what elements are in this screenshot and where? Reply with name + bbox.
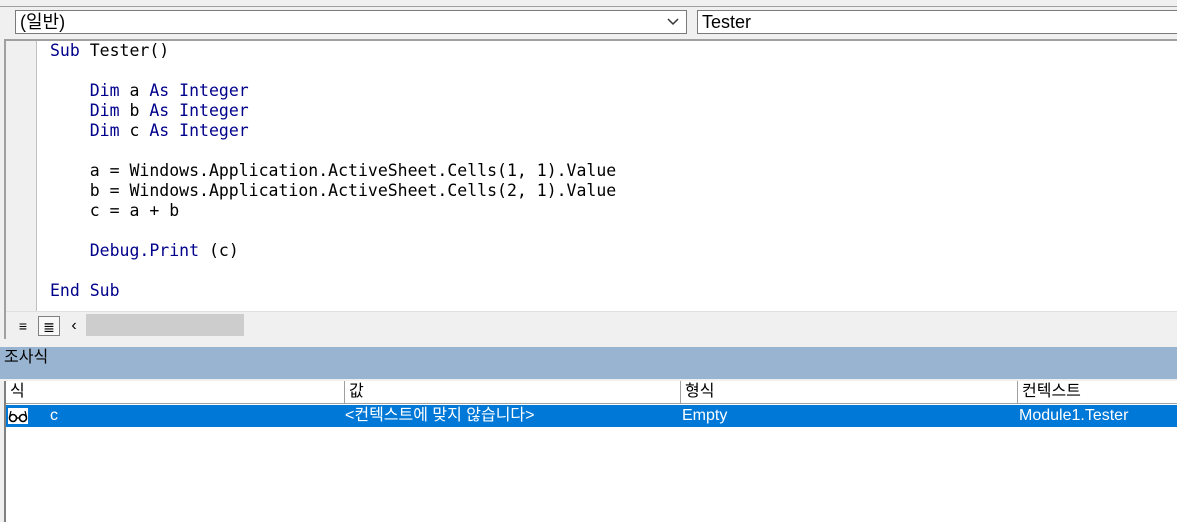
object-dropdown-value: (일반): [20, 12, 66, 32]
code-token: a = Windows.Application.ActiveSheet.Cell…: [50, 161, 617, 180]
margin-indicator-bar[interactable]: [6, 41, 37, 311]
code-line[interactable]: Sub Tester(): [50, 41, 616, 61]
code-keyword: Dim: [89, 81, 120, 100]
code-keyword: Dim: [89, 121, 120, 140]
watch-context: Module1.Tester: [1019, 407, 1129, 424]
code-window-header: (일반) Tester: [0, 0, 1177, 40]
code-line[interactable]: [50, 61, 616, 81]
glasses-icon: [8, 408, 28, 424]
code-line[interactable]: c = a + b: [50, 201, 616, 221]
procedure-dropdown[interactable]: Tester: [697, 10, 1177, 34]
code-keyword: End Sub: [50, 281, 120, 300]
column-header-type[interactable]: 형식: [681, 381, 1018, 403]
chevron-down-icon[interactable]: [666, 12, 680, 32]
code-line[interactable]: Dim c As Integer: [50, 121, 616, 141]
editor-bottom-bar: ≡ ≣ ‹: [6, 311, 1177, 340]
code-keyword: As Integer: [149, 101, 249, 120]
code-line[interactable]: [50, 261, 616, 281]
code-line[interactable]: a = Windows.Application.ActiveSheet.Cell…: [50, 161, 617, 181]
scroll-left-icon[interactable]: ‹: [66, 316, 82, 336]
code-keyword: As Integer: [149, 121, 249, 140]
horizontal-scrollbar-thumb[interactable]: [86, 314, 244, 336]
watch-header-row: 식 값 형식 컨텍스트: [6, 381, 1177, 404]
watch-expression: c: [50, 407, 58, 424]
code-keyword: Sub: [50, 41, 80, 60]
column-header-value[interactable]: 값: [345, 381, 681, 403]
column-header-context[interactable]: 컨텍스트: [1018, 381, 1177, 403]
code-line[interactable]: Dim b As Integer: [50, 101, 616, 121]
watch-window: 식 값 형식 컨텍스트 c <컨텍스트에 맞지 않습니다> Empty Modu…: [4, 381, 1177, 522]
procedure-view-button[interactable]: ≡: [12, 316, 34, 336]
code-token: b: [119, 101, 150, 120]
code-keyword: Dim: [89, 101, 120, 120]
code-token: b = Windows.Application.ActiveSheet.Cell…: [50, 181, 617, 200]
code-keyword: Debug.Print: [89, 241, 200, 260]
watch-type: Empty: [682, 407, 728, 424]
code-line[interactable]: End Sub: [50, 281, 616, 301]
code-line[interactable]: Dim a As Integer: [50, 81, 616, 101]
code-token: (c): [199, 241, 239, 260]
procedure-dropdown-value: Tester: [702, 12, 752, 32]
full-module-view-button[interactable]: ≣: [38, 316, 60, 336]
code-line[interactable]: [50, 221, 616, 241]
code-token: c: [119, 121, 150, 140]
code-keyword: As Integer: [149, 81, 249, 100]
code-token: c = a + b: [50, 201, 180, 220]
watch-row[interactable]: c <컨텍스트에 맞지 않습니다> Empty Module1.Tester: [6, 405, 1177, 427]
code-text[interactable]: Sub Tester() Dim a As Integer Dim b As I…: [50, 41, 616, 301]
code-line[interactable]: b = Windows.Application.ActiveSheet.Cell…: [50, 181, 617, 201]
code-token: a: [119, 81, 150, 100]
code-editor[interactable]: Sub Tester() Dim a As Integer Dim b As I…: [4, 39, 1177, 340]
code-line[interactable]: Debug.Print (c): [50, 241, 616, 261]
watch-value: <컨텍스트에 맞지 않습니다>: [345, 407, 535, 424]
code-token: Tester(): [79, 41, 170, 60]
code-line[interactable]: [50, 141, 616, 161]
column-header-expression[interactable]: 식: [6, 381, 345, 403]
object-dropdown[interactable]: (일반): [15, 10, 687, 34]
watch-window-title: 조사식: [0, 347, 1177, 379]
